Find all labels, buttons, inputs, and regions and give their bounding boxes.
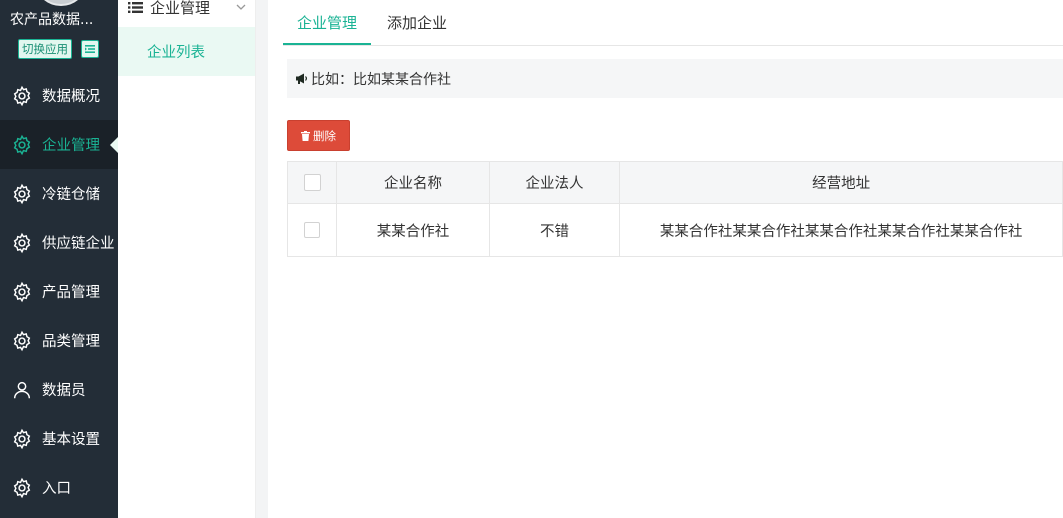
gear-icon bbox=[11, 232, 33, 254]
column-header-legal-person[interactable]: 企业法人 bbox=[488, 161, 621, 204]
sidebar-item-categories[interactable]: 品类管理 bbox=[0, 316, 118, 365]
sidebar-item-label: 数据概况 bbox=[42, 89, 100, 105]
table-header-row: 企业名称 企业法人 经营地址 bbox=[286, 161, 1063, 204]
sub-sidebar: 企业管理 企业列表 bbox=[118, 0, 256, 518]
sidebar-item-label: 品类管理 bbox=[42, 334, 100, 350]
sidebar-item-label: 数据员 bbox=[42, 383, 86, 399]
trash-icon bbox=[301, 130, 310, 141]
gear-icon bbox=[11, 183, 33, 205]
user-icon bbox=[11, 379, 33, 401]
menu-toggle-icon[interactable] bbox=[81, 40, 99, 58]
sidebar-item-entry[interactable]: 入口 bbox=[0, 463, 118, 512]
tab-enterprise-management[interactable]: 企业管理 bbox=[283, 0, 372, 45]
sidebar-item-settings[interactable]: 基本设置 bbox=[0, 414, 118, 463]
cell-enterprise-name: 某某合作社 bbox=[336, 203, 490, 257]
delete-button[interactable]: 删除 bbox=[287, 120, 350, 151]
avatar[interactable] bbox=[34, 0, 88, 6]
sidebar-item-label: 冷链仓储 bbox=[42, 187, 100, 203]
megaphone-icon bbox=[295, 72, 309, 85]
subnav-title: 企业管理 bbox=[150, 0, 211, 17]
switch-app-button[interactable]: 切换应用 bbox=[18, 39, 72, 59]
sidebar-item-enterprise[interactable]: 企业管理 bbox=[0, 120, 118, 169]
main-content: 企业管理 添加企业 比如：比如某某合作社 删除 企业名称 企业法人 经营地址 某… bbox=[268, 0, 1063, 518]
cell-address: 某某合作社某某合作社某某合作社某某合作社某某合作社 bbox=[619, 203, 1063, 257]
gear-icon bbox=[11, 428, 33, 450]
column-header-address[interactable]: 经营地址 bbox=[619, 161, 1063, 204]
subnav-header[interactable]: 企业管理 bbox=[128, 0, 252, 20]
row-select-cell bbox=[286, 203, 338, 257]
gear-icon bbox=[11, 134, 33, 156]
app-name: 农产品数据... bbox=[10, 12, 94, 28]
sidebar-item-overview[interactable]: 数据概况 bbox=[0, 71, 118, 120]
delete-button-label: 删除 bbox=[313, 128, 336, 143]
sidebar-item-cold-chain[interactable]: 冷链仓储 bbox=[0, 169, 118, 218]
sidebar-item-label: 入口 bbox=[42, 481, 71, 497]
cell-legal-person: 不错 bbox=[488, 203, 621, 257]
sidebar-item-data-staff[interactable]: 数据员 bbox=[0, 365, 118, 414]
sidebar-item-supply-chain[interactable]: 供应链企业 bbox=[0, 218, 118, 267]
sidebar-nav: 数据概况 企业管理 冷链仓储 供应链企业 产品管理 品类管理 数据员 基本设置 … bbox=[0, 71, 118, 512]
switch-app-row: 切换应用 bbox=[18, 39, 99, 59]
enterprise-table: 企业名称 企业法人 经营地址 某某合作社 不错 某某合作社某某合作社某某合作社某… bbox=[286, 161, 1063, 257]
chevron-down-icon bbox=[236, 4, 246, 10]
sidebar-item-products[interactable]: 产品管理 bbox=[0, 267, 118, 316]
subnav-item-enterprise-list[interactable]: 企业列表 bbox=[118, 27, 255, 76]
select-all-checkbox[interactable] bbox=[303, 174, 321, 191]
tab-bar: 企业管理 添加企业 bbox=[283, 0, 1063, 46]
notice-bar: 比如：比如某某合作社 bbox=[287, 59, 1063, 98]
table-row[interactable]: 某某合作社 不错 某某合作社某某合作社某某合作社某某合作社某某合作社 bbox=[286, 203, 1063, 257]
sidebar-item-label: 企业管理 bbox=[42, 138, 100, 154]
main-sidebar: 农产品数据... 切换应用 数据概况 企业管理 冷链仓储 供应链企业 产品管理 … bbox=[0, 0, 118, 518]
gear-icon bbox=[11, 281, 33, 303]
gear-icon bbox=[11, 330, 33, 352]
sidebar-item-label: 产品管理 bbox=[42, 285, 100, 301]
column-header-name[interactable]: 企业名称 bbox=[336, 161, 490, 204]
row-checkbox[interactable] bbox=[304, 222, 321, 238]
tab-add-enterprise[interactable]: 添加企业 bbox=[373, 0, 461, 45]
content-gutter bbox=[256, 0, 268, 518]
notice-text: 比如：比如某某合作社 bbox=[311, 71, 451, 88]
gear-icon bbox=[11, 477, 33, 499]
sidebar-item-label: 基本设置 bbox=[42, 432, 100, 448]
select-all-cell bbox=[286, 161, 338, 204]
gear-icon bbox=[11, 85, 33, 107]
sidebar-item-label: 供应链企业 bbox=[42, 236, 115, 252]
list-icon bbox=[128, 1, 143, 14]
